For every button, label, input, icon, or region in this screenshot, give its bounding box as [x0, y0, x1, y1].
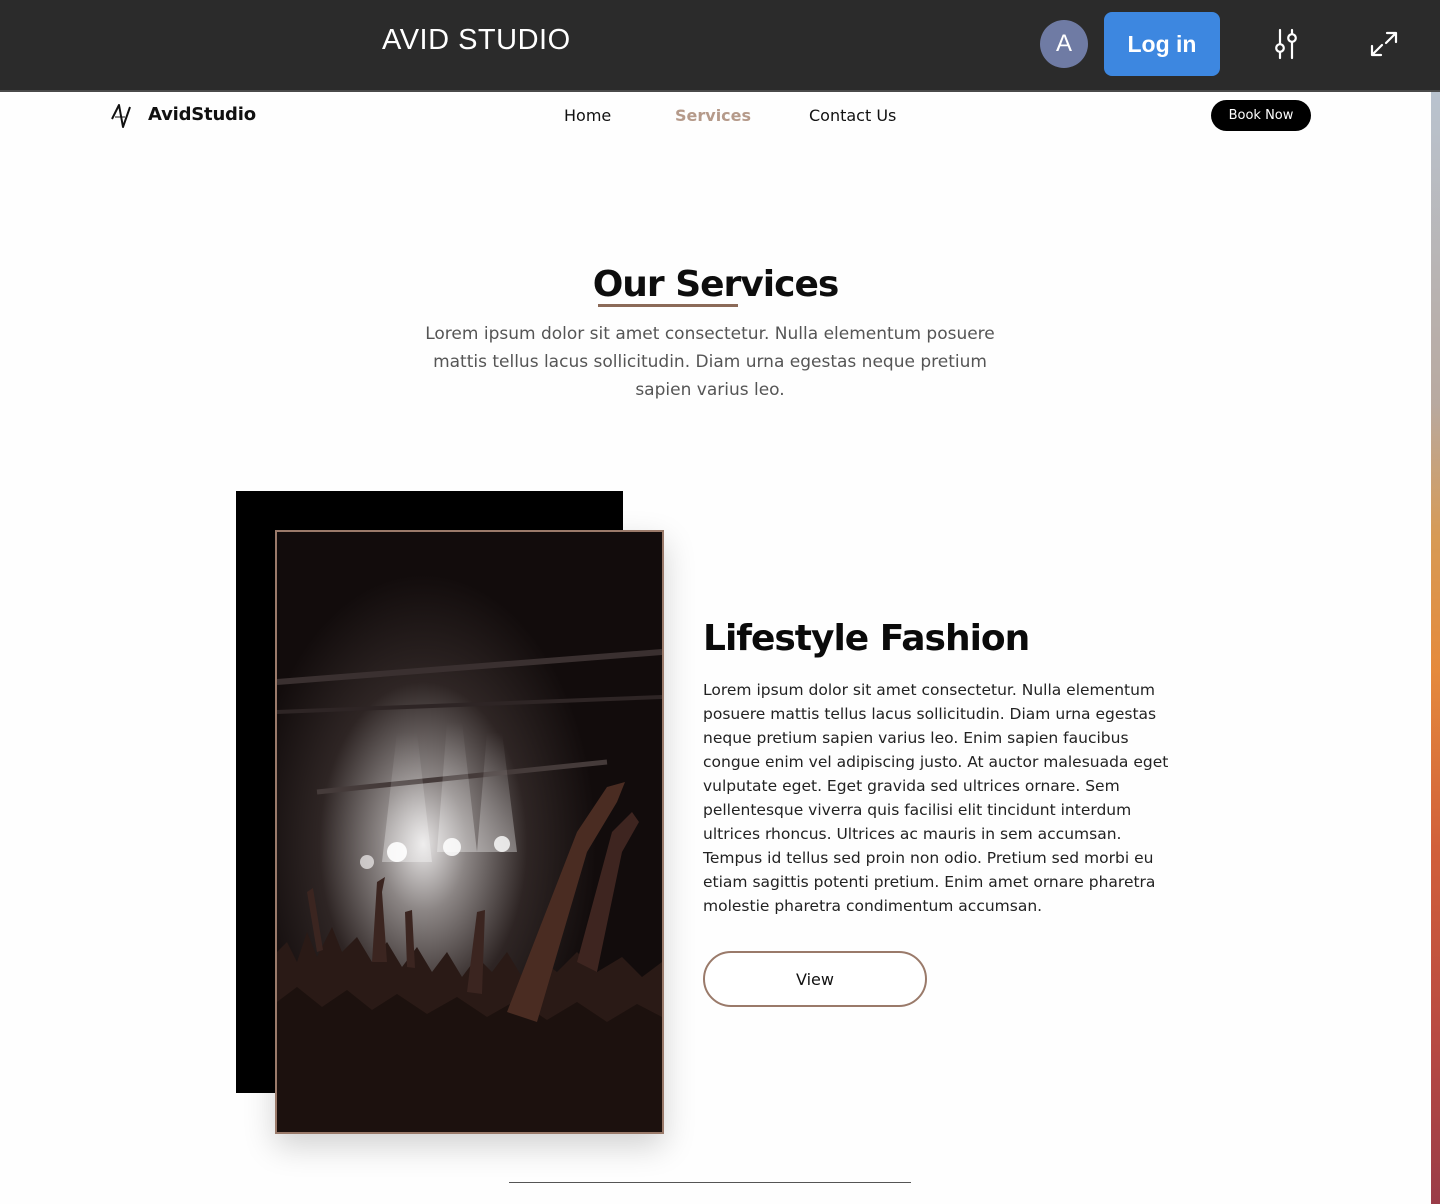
brand-logo-icon[interactable] [110, 103, 134, 129]
service-title: Lifestyle Fashion [703, 618, 1030, 659]
title-underline [598, 304, 738, 307]
brand-name[interactable]: AvidStudio [148, 104, 256, 125]
nav-link-services[interactable]: Services [675, 106, 751, 125]
expand-icon[interactable] [1364, 24, 1404, 64]
sliders-icon[interactable] [1266, 24, 1306, 64]
section-title: Our Services [592, 264, 840, 305]
book-now-button[interactable]: Book Now [1211, 100, 1311, 131]
window-edge-strip [1431, 92, 1440, 1204]
app-bar: AVID STUDIO A Log in [0, 0, 1440, 92]
section-description: Lorem ipsum dolor sit amet consectetur. … [425, 324, 995, 400]
app-title: AVID STUDIO [382, 24, 571, 56]
concert-crowd-photo [275, 530, 664, 1134]
user-avatar[interactable]: A [1040, 20, 1088, 68]
nav-link-home[interactable]: Home [564, 106, 611, 125]
section-divider [509, 1182, 911, 1183]
view-button[interactable]: View [703, 951, 927, 1007]
login-button[interactable]: Log in [1104, 12, 1220, 76]
website-page: AvidStudio Home Services Contact Us Book… [0, 94, 1431, 1204]
service-description: Lorem ipsum dolor sit amet consectetur. … [703, 681, 1169, 915]
nav-link-contact[interactable]: Contact Us [809, 106, 896, 125]
